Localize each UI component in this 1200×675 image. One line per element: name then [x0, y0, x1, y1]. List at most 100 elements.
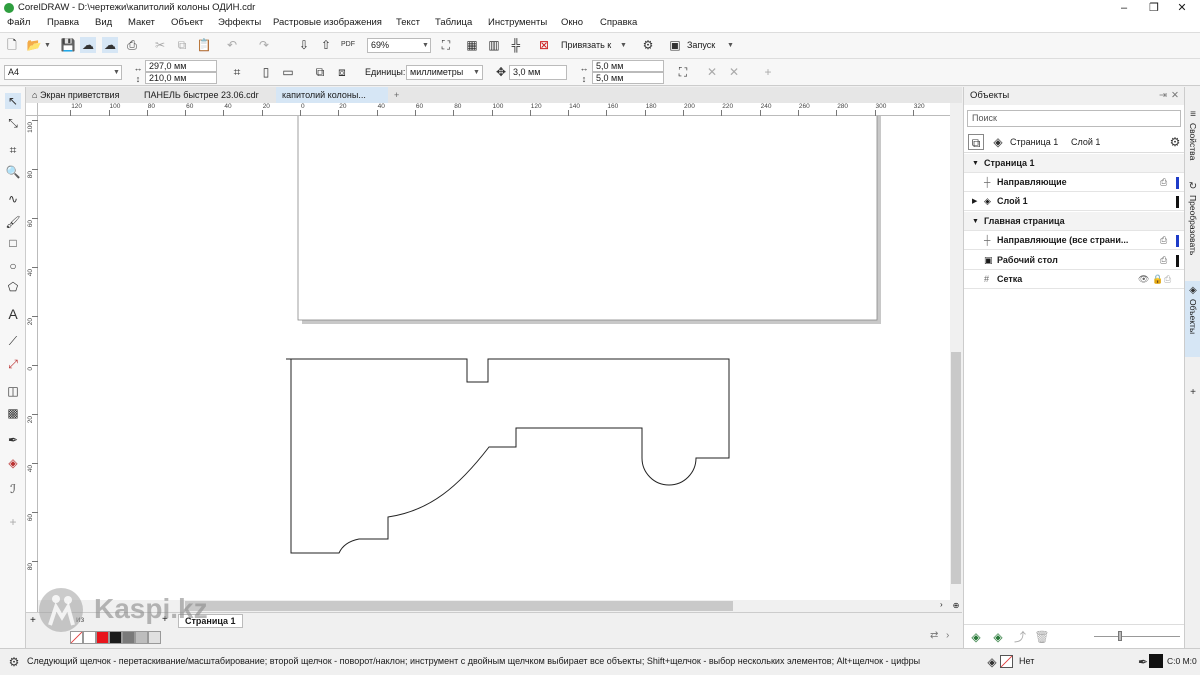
- zoom-in-small-icon[interactable]: ⊕: [950, 601, 962, 610]
- lock-icon[interactable]: 🔒: [1152, 270, 1163, 289]
- collapse-arrow-icon[interactable]: ▼: [972, 212, 979, 231]
- duplicate-x-field[interactable]: 5,0 мм: [592, 60, 664, 72]
- full-screen-icon[interactable]: ⛶: [438, 37, 454, 53]
- cut-icon[interactable]: ✂: [152, 37, 168, 53]
- fill-indicator-icon[interactable]: ◈: [984, 654, 1000, 670]
- cloud-upload-icon[interactable]: ☁: [80, 37, 96, 53]
- restore-button[interactable]: ❐: [1144, 1, 1164, 15]
- paste-icon[interactable]: 📋: [196, 37, 212, 53]
- zoom-dropdown-icon[interactable]: ▼: [422, 42, 429, 49]
- page-view-icon[interactable]: ⧉: [968, 134, 984, 150]
- tab-properties[interactable]: Свойства: [1187, 123, 1199, 160]
- horizontal-scroll-thumb[interactable]: [185, 601, 733, 611]
- nudge-distance-field[interactable]: 3,0 мм: [509, 65, 567, 80]
- docker-close-icon[interactable]: ✕: [1171, 87, 1179, 105]
- tab-objects[interactable]: Объекты: [1187, 299, 1199, 334]
- close-button[interactable]: ✕: [1172, 1, 1192, 15]
- show-guidelines-icon[interactable]: ╬: [508, 37, 524, 53]
- menu-table[interactable]: Таблица: [435, 17, 472, 28]
- tree-guides[interactable]: ┼ Направляющие ⎙: [964, 173, 1185, 192]
- print-icon[interactable]: ⎙: [124, 37, 140, 53]
- page-size-dropdown-icon[interactable]: ▼: [113, 69, 120, 76]
- export-icon[interactable]: ⇧: [318, 37, 334, 53]
- units-dropdown-icon[interactable]: ▼: [473, 69, 480, 76]
- minimize-button[interactable]: –: [1114, 1, 1134, 15]
- menu-tools[interactable]: Инструменты: [488, 17, 547, 28]
- drawing-canvas[interactable]: [38, 111, 950, 600]
- page-frame-icon[interactable]: ⛶: [675, 64, 691, 80]
- all-pages-icon[interactable]: ⌗: [229, 64, 245, 80]
- new-master-layer-icon[interactable]: ◈: [990, 629, 1006, 645]
- menu-text[interactable]: Текст: [396, 17, 420, 28]
- zoom-tool-icon[interactable]: 🔍: [5, 164, 21, 180]
- tab-panel-file[interactable]: ПАНЕЛЬ быстрее 23.06.cdr: [138, 87, 276, 103]
- docker-settings-gear-icon[interactable]: ⚙: [1167, 134, 1183, 150]
- new-tab-button[interactable]: +: [390, 87, 406, 103]
- first-page-icon[interactable]: +: [30, 615, 36, 626]
- import-icon[interactable]: ⇩: [296, 37, 312, 53]
- tree-page-1[interactable]: ▼ Страница 1: [964, 154, 1185, 173]
- menu-view[interactable]: Вид: [95, 17, 112, 28]
- open-icon[interactable]: 📂: [26, 37, 42, 53]
- options-gear-icon[interactable]: ⚙: [640, 37, 656, 53]
- redo-icon[interactable]: ↷: [256, 37, 272, 53]
- menu-help[interactable]: Справка: [600, 17, 637, 28]
- snap-off-icon[interactable]: ⊠: [536, 37, 552, 53]
- print-toggle-icon[interactable]: ⎙: [1160, 251, 1167, 270]
- all-pages-size-icon[interactable]: ⧉: [312, 64, 328, 80]
- page-width-field[interactable]: 297,0 мм: [145, 60, 217, 72]
- column-capital-outline[interactable]: [286, 358, 730, 554]
- duplicate-y-field[interactable]: 5,0 мм: [592, 72, 664, 84]
- cloud-download-icon[interactable]: ☁: [102, 37, 118, 53]
- copy-icon[interactable]: ⧉: [174, 37, 190, 53]
- launch-button[interactable]: Запуск: [687, 40, 715, 50]
- menu-window[interactable]: Окно: [561, 17, 583, 28]
- drop-shadow-icon[interactable]: ◫: [5, 383, 21, 399]
- tree-desktop[interactable]: ▣ Рабочий стол ⎙: [964, 251, 1185, 270]
- print-toggle-icon[interactable]: ⎙: [1160, 231, 1167, 250]
- current-page-size-icon[interactable]: ⧈: [334, 64, 350, 80]
- no-fill-swatch[interactable]: [1000, 655, 1013, 668]
- snap-dropdown-icon[interactable]: ▼: [620, 42, 627, 49]
- freehand-tool-icon[interactable]: ∿: [5, 191, 21, 207]
- add-docker-icon[interactable]: +: [1185, 385, 1200, 401]
- landscape-icon[interactable]: ▭: [280, 64, 296, 80]
- eyedropper-icon[interactable]: ✒: [5, 432, 21, 448]
- shape-tool-icon[interactable]: ⤡: [5, 115, 21, 131]
- add-tool-icon[interactable]: +: [5, 514, 21, 530]
- snap-to-button[interactable]: Привязать к: [561, 40, 611, 50]
- new-document-icon[interactable]: 🗋: [4, 37, 20, 53]
- crop-tool-icon[interactable]: ⌗: [5, 142, 21, 158]
- vertical-scroll-thumb[interactable]: [951, 352, 961, 584]
- print-toggle-icon[interactable]: ⎙: [1164, 270, 1171, 289]
- rectangle-tool-icon[interactable]: □: [5, 235, 21, 251]
- text-tool-icon[interactable]: A: [5, 306, 21, 322]
- tree-grid[interactable]: # Сетка 👁 🔒 ⎙: [964, 270, 1185, 289]
- palette-scroll-icon[interactable]: ›: [946, 630, 949, 641]
- tab-transform[interactable]: Преобразовать: [1187, 195, 1199, 255]
- menu-file[interactable]: Файл: [7, 17, 30, 28]
- thumbnail-size-slider[interactable]: [1094, 636, 1180, 637]
- vertical-scrollbar[interactable]: ⊕: [950, 116, 962, 614]
- page-size-select[interactable]: A4: [4, 65, 122, 80]
- docker-expand-icon[interactable]: ⇥: [1159, 87, 1167, 105]
- treat-as-filled-icon[interactable]: ✕: [726, 64, 742, 80]
- undo-icon[interactable]: ↶: [224, 37, 240, 53]
- move-to-layer-icon[interactable]: ⤴: [1012, 629, 1028, 645]
- tree-layer-1[interactable]: ▶ ◈ Слой 1: [964, 192, 1185, 211]
- menu-layout[interactable]: Макет: [128, 17, 155, 28]
- tab-capitol-file[interactable]: капитолий колоны...: [276, 87, 388, 103]
- menu-edit[interactable]: Правка: [47, 17, 79, 28]
- delete-icon[interactable]: 🗑: [1034, 629, 1050, 645]
- status-gear-icon[interactable]: ⚙: [6, 654, 22, 670]
- open-dropdown-icon[interactable]: ▼: [44, 42, 51, 49]
- palette-options-icon[interactable]: ⇄: [930, 630, 938, 641]
- transform-tab-icon[interactable]: ↻: [1185, 179, 1200, 195]
- collapse-arrow-icon[interactable]: ▼: [972, 154, 979, 173]
- artistic-media-icon[interactable]: 🖌: [5, 214, 21, 230]
- units-select[interactable]: миллиметры: [406, 65, 483, 80]
- layers-icon[interactable]: ◈: [990, 134, 1006, 150]
- transparency-icon[interactable]: ▩: [5, 405, 21, 421]
- visibility-eye-icon[interactable]: 👁: [1138, 270, 1149, 289]
- slider-handle[interactable]: [1118, 631, 1122, 641]
